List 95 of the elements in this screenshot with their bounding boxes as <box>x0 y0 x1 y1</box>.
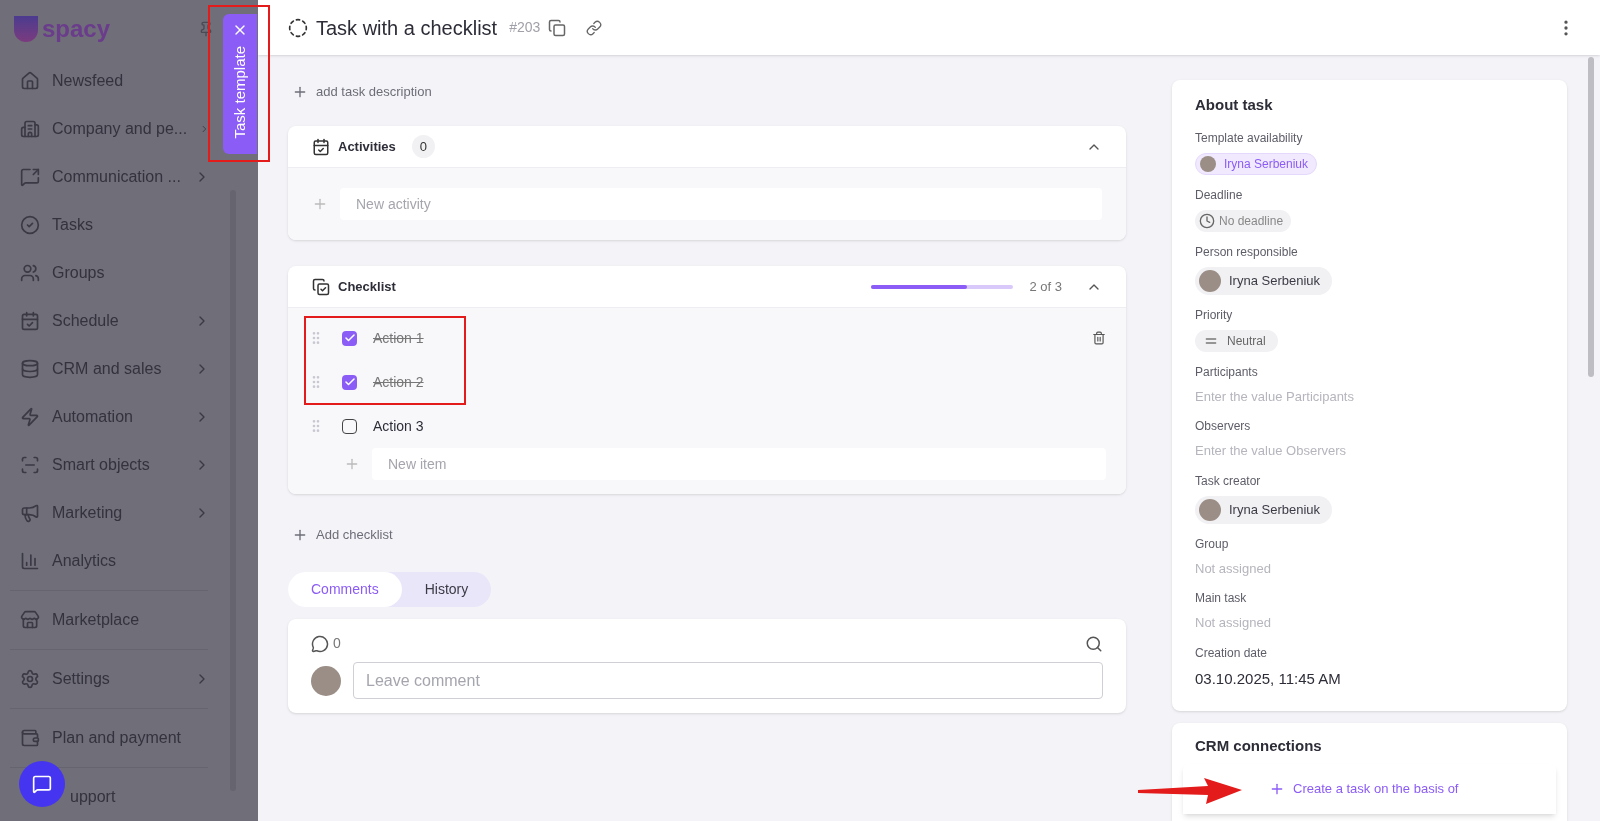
logo-icon <box>14 15 38 42</box>
sidebar-item[interactable]: Automation <box>0 393 218 441</box>
field-label: Template availability <box>1195 129 1303 147</box>
field-label: Main task <box>1195 590 1247 607</box>
checklist-title: Checklist <box>338 277 396 296</box>
add-checklist-link[interactable]: Add checklist <box>288 523 1126 547</box>
store-icon <box>20 610 40 630</box>
sidebar-item[interactable]: Smart objects <box>0 441 218 489</box>
new-item-field[interactable]: New item <box>372 448 1106 480</box>
field-label: Task creator <box>1195 472 1261 490</box>
field-input[interactable]: Enter the value Observers <box>1195 441 1495 461</box>
building-icon <box>20 119 40 139</box>
sidebar-item[interactable]: Newsfeed <box>0 57 218 105</box>
sidebar-item[interactable]: Tasks <box>0 201 218 249</box>
priority-chip[interactable]: Neutral <box>1195 329 1278 352</box>
sidebar-item[interactable]: Schedule <box>0 297 218 345</box>
users-icon <box>20 263 40 283</box>
tab[interactable]: Comments <box>288 572 402 607</box>
about-title: About task <box>1195 95 1274 115</box>
task-number: #203 <box>509 18 541 37</box>
check-circle-icon <box>20 215 40 235</box>
deadline-chip[interactable]: No deadline <box>1195 209 1292 232</box>
stack-icon <box>20 359 40 379</box>
megaphone-icon <box>20 503 40 523</box>
field-value: 03.10.2025, 11:45 AM <box>1195 668 1341 689</box>
checkbox[interactable] <box>342 330 357 346</box>
trash-icon[interactable] <box>1092 331 1106 345</box>
calendar-icon <box>20 311 40 331</box>
avatar <box>1200 155 1216 172</box>
field-input[interactable]: Enter the value Participants <box>1195 386 1495 406</box>
checkbox[interactable] <box>342 374 357 390</box>
comment-icon <box>311 634 329 653</box>
task-title: Task with a checklist <box>316 15 498 41</box>
house-icon <box>20 71 40 91</box>
user-chip[interactable]: Iryna Serbeniuk <box>1195 495 1333 524</box>
link-icon[interactable] <box>586 19 603 36</box>
sidebar-item[interactable]: Plan and payment <box>0 714 218 762</box>
add-description-link[interactable]: add task description <box>288 80 1126 104</box>
comment-count: 0 <box>333 634 341 653</box>
dashed-circle-icon <box>288 17 308 38</box>
checkbox[interactable] <box>342 418 357 434</box>
user-chip[interactable]: Iryna Serbeniuk <box>1195 152 1318 175</box>
field-label: Deadline <box>1195 186 1243 204</box>
scan-icon <box>20 455 40 475</box>
field-label: Participants <box>1195 363 1258 381</box>
check-icon <box>343 376 356 388</box>
sidebar-item[interactable]: Marketplace <box>0 596 218 644</box>
sidebar-item[interactable]: upport <box>0 773 218 821</box>
check-icon <box>343 332 356 344</box>
checklist-icon <box>312 277 330 296</box>
checklist-item-label: Action 3 <box>373 416 424 436</box>
new-activity-field[interactable]: New activity <box>340 188 1102 220</box>
checklist-item-label: Action 2 <box>373 372 424 392</box>
field-label: Person responsible <box>1195 243 1298 261</box>
field-input[interactable]: Not assigned <box>1195 613 1495 633</box>
plus-icon <box>292 84 308 100</box>
avatar <box>311 665 341 696</box>
chart-icon <box>20 551 40 571</box>
field-label: Group <box>1195 535 1229 553</box>
activities-count: 0 <box>411 134 436 159</box>
calendar-icon <box>312 137 330 156</box>
sidebar-item[interactable]: Company and pe... <box>0 105 218 153</box>
chat-icon <box>20 167 40 187</box>
checklist-item-label: Action 1 <box>373 328 424 348</box>
sidebar-item[interactable]: CRM and sales <box>0 345 218 393</box>
sidebar-item[interactable]: Marketing <box>0 489 218 537</box>
settings-icon <box>20 669 40 689</box>
side-tab[interactable]: Task template <box>223 14 257 154</box>
plus-icon <box>312 196 328 212</box>
field-label: Creation date <box>1195 644 1268 662</box>
user-chip[interactable]: Iryna Serbeniuk <box>1195 266 1333 295</box>
tab[interactable]: History <box>401 572 492 607</box>
sidebar-item[interactable]: Settings <box>0 655 218 703</box>
activities-title: Activities <box>338 137 396 156</box>
field-label: Priority <box>1195 306 1233 324</box>
clock-icon <box>1199 212 1215 229</box>
crm-title: CRM connections <box>1195 736 1323 756</box>
progress-text: 2 of 3 <box>1029 277 1062 296</box>
avatar <box>1199 498 1221 521</box>
wallet-icon <box>20 728 40 748</box>
search-icon[interactable] <box>1085 634 1103 653</box>
comment-field[interactable]: Leave comment <box>353 662 1103 699</box>
create-task-button[interactable]: Create a task on the basis of <box>1183 763 1556 814</box>
field-label: Observers <box>1195 418 1251 435</box>
lightning-icon <box>20 407 40 427</box>
avatar <box>1199 269 1221 292</box>
sidebar-item[interactable]: Communication ... <box>0 153 218 201</box>
chat-icon <box>32 774 52 794</box>
plus-icon <box>344 456 360 472</box>
chat-bubble-button[interactable] <box>19 761 65 807</box>
sidebar-item[interactable]: Analytics <box>0 537 218 585</box>
sidebar-item[interactable]: Groups <box>0 249 218 297</box>
plus-icon <box>292 527 308 543</box>
field-input[interactable]: Not assigned <box>1195 558 1495 578</box>
copy-icon[interactable] <box>548 18 567 37</box>
